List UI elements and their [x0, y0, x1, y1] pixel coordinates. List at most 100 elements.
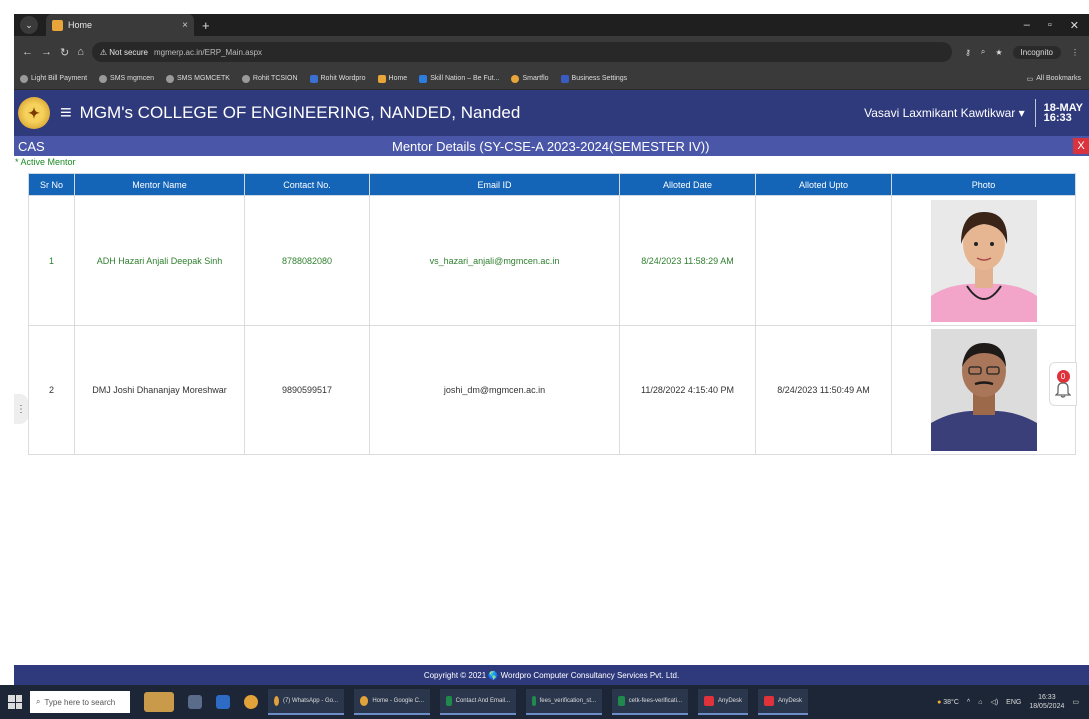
cell-name: DMJ Joshi Dhananjay Moreshwar	[74, 325, 245, 455]
bookmark-label: Smartflo	[522, 75, 549, 82]
bookmark-site-icon	[560, 74, 569, 83]
reload-icon[interactable]: ↻	[60, 46, 69, 59]
bookmark-item[interactable]: Skill Nation – Be Fut...	[419, 74, 499, 83]
windows-taskbar: ⌕ Type here to search (7) WhatsApp - Go.…	[0, 685, 1089, 719]
close-page-button[interactable]: X	[1073, 138, 1089, 154]
module-name: CAS	[18, 138, 45, 154]
notification-widget[interactable]: 0	[1049, 362, 1077, 406]
table-row: 2 DMJ Joshi Dhananjay Moreshwar 98905995…	[28, 325, 1076, 455]
notification-center-icon[interactable]: ▭	[1072, 698, 1079, 706]
col-email: Email ID	[369, 173, 620, 196]
active-mentor-legend: * Active Mentor	[15, 157, 76, 167]
bookmark-item[interactable]: Smartflo	[511, 74, 549, 83]
network-icon[interactable]: ⌂	[978, 699, 982, 706]
taskbar-item-label: AnyDesk	[778, 698, 803, 704]
taskbar-clock[interactable]: 16:33 18/05/2024	[1029, 693, 1064, 711]
home-icon[interactable]: ⌂	[77, 46, 84, 58]
taskbar-item[interactable]: (7) WhatsApp - Go...	[268, 689, 344, 715]
clock-date: 18/05/2024	[1029, 703, 1065, 710]
col-photo: Photo	[891, 173, 1076, 196]
language-indicator[interactable]: ENG	[1006, 699, 1021, 706]
user-menu[interactable]: Vasavi Laxmikant Kawtikwar ▾	[864, 106, 1025, 120]
tray-overflow-icon[interactable]: ^	[967, 699, 970, 706]
tab-title: Home	[68, 20, 93, 30]
tab-close-icon[interactable]: ×	[182, 20, 188, 31]
all-bookmarks-button[interactable]: ▭ All Bookmarks	[1027, 75, 1089, 83]
taskbar-item[interactable]: cetk-fees-verificati...	[612, 689, 688, 715]
bookmark-item[interactable]: Rohit Wordpro	[309, 74, 366, 83]
restore-icon[interactable]: ▫	[1048, 19, 1052, 32]
bookmark-item[interactable]: Business Settings	[560, 74, 628, 83]
weather-widget[interactable]: ● 38°C	[937, 699, 959, 706]
hamburger-menu-icon[interactable]: ≡	[60, 103, 72, 123]
cell-photo	[891, 325, 1076, 455]
mentor-photo	[930, 199, 1037, 322]
college-name: MGM's COLLEGE OF ENGINEERING, NANDED, Na…	[79, 103, 521, 122]
system-tray: ● 38°C ^ ⌂ ◁) ENG 16:33 18/05/2024 ▭	[937, 693, 1089, 711]
not-secure-label[interactable]: ⚠ Not secure	[100, 48, 148, 57]
minimize-icon[interactable]: –	[1024, 19, 1030, 32]
cell-sr: 2	[28, 325, 75, 455]
task-view-icon[interactable]	[188, 695, 202, 709]
chrome-icon[interactable]	[244, 695, 258, 709]
close-window-icon[interactable]: ✕	[1070, 19, 1079, 32]
bookmark-label: SMS MGMCETK	[177, 75, 230, 82]
taskbar-item-label: AnyDesk	[718, 698, 743, 704]
cell-alloted-date: 8/24/2023 11:58:29 AM	[619, 195, 756, 326]
incognito-label: Incognito	[1020, 47, 1053, 57]
taskbar-item[interactable]: AnyDesk	[698, 689, 749, 715]
new-tab-icon[interactable]: +	[202, 18, 210, 33]
windows-start-icon[interactable]	[8, 695, 22, 709]
tab-search-icon[interactable]: ⌄	[20, 16, 38, 34]
back-icon[interactable]: ←	[22, 46, 33, 58]
col-mentor-name: Mentor Name	[74, 173, 245, 196]
col-alloted-date: Alloted Date	[619, 173, 756, 196]
address-bar: ← → ↻ ⌂ ⚠ Not secure mgmerp.ac.in/ERP_Ma…	[14, 36, 1089, 68]
forward-icon[interactable]: →	[41, 46, 52, 58]
address-bar-actions: ⚷ ⌕ ★ Incognito ⋮	[965, 45, 1089, 59]
zoom-icon[interactable]: ⌕	[981, 47, 985, 57]
bookmark-item[interactable]: SMS MGMCETK	[166, 74, 230, 83]
cell-contact: 9890599517	[244, 325, 370, 455]
side-panel-handle[interactable]: ⋮	[14, 394, 28, 424]
news-widget-icon[interactable]	[144, 692, 174, 712]
bookmark-item[interactable]: SMS mgmcen	[99, 74, 154, 83]
col-sr-no: Sr No	[28, 173, 75, 196]
password-key-icon[interactable]: ⚷	[965, 48, 971, 57]
app-header: ✦ ≡ MGM's COLLEGE OF ENGINEERING, NANDED…	[14, 90, 1089, 136]
weather-temp: 38°C	[943, 698, 959, 706]
bookmark-star-icon[interactable]: ★	[995, 48, 1002, 57]
bookmark-label: Business Settings	[571, 75, 628, 82]
col-alloted-upto: Alloted Upto	[755, 173, 892, 196]
browser-tab-home[interactable]: Home ×	[46, 14, 194, 36]
url-field[interactable]: ⚠ Not secure mgmerp.ac.in/ERP_Main.aspx	[91, 42, 952, 62]
taskbar-item[interactable]: fees_verification_st...	[526, 689, 602, 715]
incognito-badge[interactable]: Incognito	[1012, 45, 1061, 59]
bookmark-label: Home	[388, 75, 408, 82]
menu-kebab-icon[interactable]: ⋮	[1071, 48, 1079, 57]
table-header-row: Sr No Mentor Name Contact No. Email ID A…	[28, 173, 1076, 196]
taskbar-item[interactable]: Home - Google C...	[354, 689, 430, 715]
bookmark-item[interactable]: Home	[377, 74, 408, 83]
taskbar-search-input[interactable]: ⌕ Type here to search	[30, 691, 130, 713]
taskbar-item-label: Contact And Email...	[455, 698, 510, 704]
bookmark-home-icon	[377, 74, 386, 83]
college-logo[interactable]: ✦	[18, 97, 50, 129]
page-title: Mentor Details (SY-CSE-A 2023-2024(SEMES…	[392, 138, 710, 154]
header-divider	[1034, 99, 1036, 127]
bookmark-globe-icon	[166, 74, 174, 83]
bookmark-item[interactable]: Light Bill Payment	[20, 74, 87, 83]
folder-icon: ▭	[1026, 75, 1034, 83]
taskbar-item[interactable]: AnyDesk	[758, 689, 809, 715]
cell-sr: 1	[28, 195, 75, 326]
bell-icon	[1055, 382, 1071, 398]
bookmark-item[interactable]: Rohit TCSION	[241, 74, 298, 83]
volume-icon[interactable]: ◁)	[990, 698, 998, 706]
security-text: Not secure	[109, 47, 148, 57]
file-explorer-icon[interactable]	[216, 695, 230, 709]
taskbar-item[interactable]: Contact And Email...	[440, 689, 516, 715]
bookmark-label: Rohit TCSION	[252, 75, 298, 82]
bookmark-label: Rohit Wordpro	[320, 75, 366, 82]
header-date-time: 16:33	[1043, 112, 1072, 124]
taskbar-item-label: fees_verification_st...	[539, 698, 596, 704]
